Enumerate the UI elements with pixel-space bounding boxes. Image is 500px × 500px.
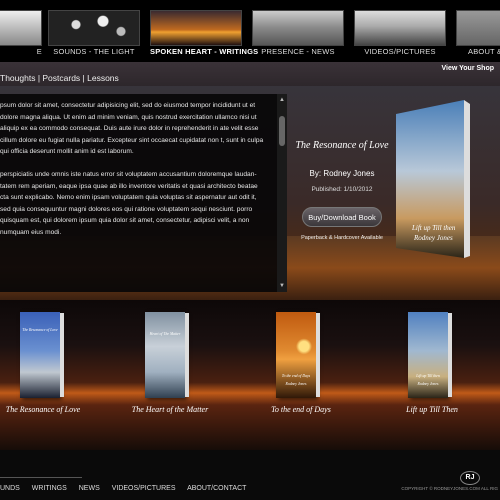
nav-item-home[interactable]: E	[0, 0, 46, 62]
nav-label: ABOUT &	[468, 47, 500, 56]
featured-book-published: Published: 1/10/2012	[311, 186, 373, 193]
footer-link-writings[interactable]: WRITINGS	[32, 485, 67, 492]
nav-thumb-sounds	[48, 10, 140, 46]
book-cover-title: The Resonance of Love	[22, 328, 58, 332]
scroll-up-icon[interactable]: ▲	[278, 96, 286, 104]
subnav-link-lessons[interactable]: Lessons	[87, 73, 119, 83]
featured-cover-author: Rodney Jones	[413, 234, 453, 242]
shelf-book-caption[interactable]: The Resonance of Love	[0, 405, 98, 414]
article-scrollbar[interactable]: ▲ ▼	[277, 94, 287, 292]
book-cover	[145, 312, 185, 398]
footer-divider	[0, 477, 82, 478]
shelf-book[interactable]: The Resonance of Love	[20, 312, 64, 398]
nav-label: SPOKEN HEART - WRITINGS	[150, 47, 259, 56]
book-spine	[185, 313, 189, 397]
shelf-book-caption[interactable]: The Heart of the Matter	[115, 405, 225, 414]
footer-links: UNDS WRITINGS NEWS VIDEOS/PICTURES ABOUT…	[0, 485, 256, 492]
nav-item-writings[interactable]: SPOKEN HEART - WRITINGS	[150, 0, 259, 62]
nav-label: VIDEOS/PICTURES	[364, 47, 436, 56]
nav-item-news[interactable]: PRESENCE - NEWS	[252, 0, 348, 62]
featured-cover-title: Lift up Till then	[411, 224, 456, 232]
featured-book-cover[interactable]: Lift up Till then Rodney Jones	[396, 100, 470, 260]
availability-note: Paperback & Hardcover Available	[301, 235, 383, 241]
nav-thumb-home	[0, 10, 42, 46]
footer-link-videos[interactable]: VIDEOS/PICTURES	[112, 485, 176, 492]
nav-thumb-about	[456, 10, 500, 46]
nav-label: PRESENCE - NEWS	[261, 47, 335, 56]
buy-download-button[interactable]: Buy/Download Book	[302, 207, 382, 227]
article-paragraph: perspiciatis unde omnis iste natus error…	[0, 170, 258, 236]
shelf-book[interactable]: To the end of Days Rodney Jones	[276, 312, 320, 398]
footer-link-about[interactable]: ABOUT/CONTACT	[187, 485, 246, 492]
subnav-link-postcards[interactable]: Postcards	[42, 73, 80, 83]
shelf-book[interactable]: Heart of The Matter	[145, 312, 189, 398]
nav-thumb-writings	[150, 10, 242, 46]
scroll-thumb[interactable]	[279, 116, 285, 146]
book-cover-title: Lift up Till then	[416, 374, 440, 378]
book-spine	[448, 313, 452, 397]
nav-thumb-videos	[354, 10, 446, 46]
nav-item-videos[interactable]: VIDEOS/PICTURES	[354, 0, 450, 62]
featured-book-info: The Resonance of Love By: Rodney Jones P…	[292, 140, 392, 241]
article-body: psum dolor sit amet, consectetur adipisi…	[0, 100, 268, 250]
rj-logo: RJ	[460, 471, 480, 485]
subnav-links: Thoughts | Postcards | Lessons	[0, 73, 119, 83]
book-cover-author: Rodney Jones	[417, 382, 439, 386]
nav-label: SOUNDS - THE LIGHT	[53, 47, 135, 56]
book-spine	[60, 313, 64, 397]
footer: UNDS WRITINGS NEWS VIDEOS/PICTURES ABOUT…	[0, 450, 500, 500]
nav-item-about[interactable]: ABOUT &	[456, 0, 500, 62]
scroll-down-icon[interactable]: ▼	[278, 282, 286, 290]
footer-link-news[interactable]: NEWS	[79, 485, 100, 492]
copyright-text: COPYRIGHT © RODNEYJONES.COM ALL RIG	[401, 486, 498, 491]
book-cover-author: Rodney Jones	[285, 382, 307, 386]
view-shop-link[interactable]: View Your Shop	[441, 65, 494, 72]
shelf-book-caption[interactable]: To the end of Days	[246, 405, 356, 414]
featured-book-author: By: Rodney Jones	[309, 169, 375, 178]
nav-item-sounds[interactable]: SOUNDS - THE LIGHT	[48, 0, 144, 62]
book-cover-title: Heart of The Matter	[149, 332, 181, 336]
subnav-link-thoughts[interactable]: Thoughts	[0, 73, 35, 83]
nav-thumb-news	[252, 10, 344, 46]
book-cover-title: To the end of Days	[281, 374, 311, 378]
book-spine	[316, 313, 320, 397]
article-panel: psum dolor sit amet, consectetur adipisi…	[0, 94, 277, 292]
shelf-book[interactable]: Lift up Till then Rodney Jones	[408, 312, 452, 398]
book-cover	[20, 312, 60, 398]
top-navigation: E SOUNDS - THE LIGHT SPOKEN HEART - WRIT…	[0, 0, 500, 62]
article-paragraph: psum dolor sit amet, consectetur adipisi…	[0, 102, 264, 156]
featured-book-title: The Resonance of Love	[295, 140, 389, 151]
nav-label: E	[36, 47, 42, 56]
footer-link-sounds[interactable]: UNDS	[0, 485, 20, 492]
shelf-book-caption[interactable]: Lift up Till Then	[377, 405, 487, 414]
